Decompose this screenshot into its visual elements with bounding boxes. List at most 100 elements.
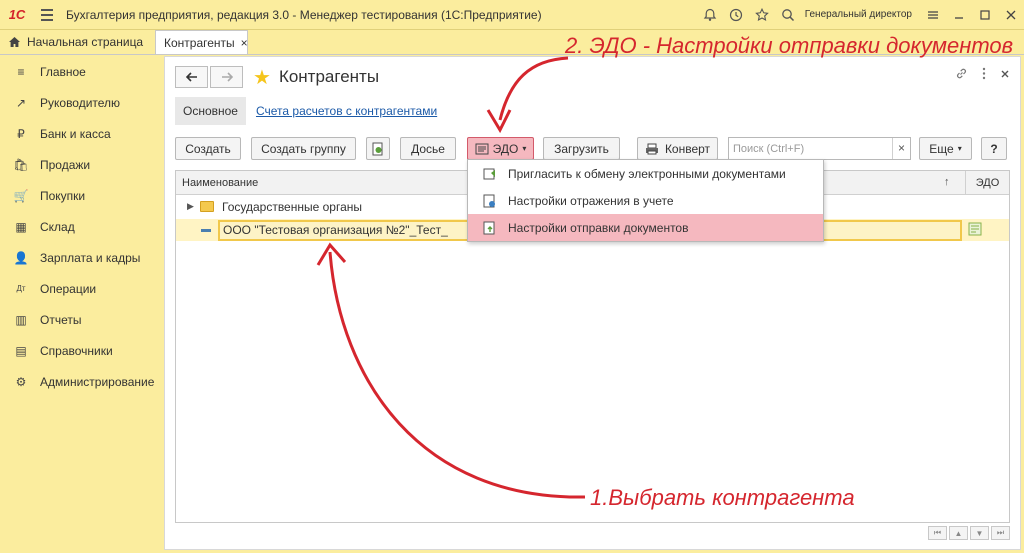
- favorite-star-icon[interactable]: ★: [253, 65, 271, 90]
- sidebar-item-label: Склад: [40, 219, 75, 234]
- create-button[interactable]: Создать: [175, 137, 241, 160]
- subtab-main[interactable]: Основное: [175, 97, 246, 125]
- edo-button[interactable]: ЭДО ▾: [467, 137, 534, 160]
- edo-icon: [475, 143, 489, 154]
- dossier-button[interactable]: Досье: [400, 137, 456, 160]
- sidebar-item-manager[interactable]: ↗ Руководителю: [0, 87, 163, 118]
- subtab-accounts-link[interactable]: Счета расчетов с контрагентами: [256, 104, 437, 118]
- sidebar-item-label: Справочники: [40, 343, 113, 358]
- gear-icon: ⚙: [15, 374, 27, 389]
- create-group-button[interactable]: Создать группу: [251, 137, 356, 160]
- printer-icon: [645, 143, 658, 154]
- tab-home[interactable]: Начальная страница: [0, 30, 155, 54]
- sidebar-item-label: Операции: [40, 281, 97, 296]
- page-first-icon[interactable]: ⏮: [928, 526, 947, 540]
- sidebar-item-main[interactable]: ≡ Главное: [0, 56, 163, 87]
- menu-item-send-settings[interactable]: Настройки отправки документов: [468, 214, 823, 241]
- column-edo-header[interactable]: ЭДО: [965, 171, 1009, 195]
- arrow-left-icon: [185, 72, 197, 82]
- bag-icon: 🛍: [13, 157, 29, 172]
- copy-doc-button[interactable]: [366, 137, 390, 160]
- sidebar-item-label: Зарплата и кадры: [40, 250, 141, 265]
- menu-item-label: Настройки отражения в учете: [508, 193, 674, 208]
- user-name[interactable]: Генеральный директор: [805, 9, 912, 20]
- edo-dropdown-menu: Пригласить к обмену электронными докумен…: [467, 159, 824, 242]
- close-icon[interactable]: [998, 0, 1024, 30]
- sidebar-item-warehouse[interactable]: ▦ Склад: [0, 211, 163, 242]
- page-up-icon[interactable]: ▲: [949, 526, 968, 540]
- person-icon: 👤: [13, 250, 29, 265]
- trend-icon: ↗: [15, 95, 27, 110]
- menu-item-invite[interactable]: Пригласить к обмену электронными докумен…: [468, 160, 823, 187]
- column-name-header[interactable]: Наименование: [182, 177, 258, 189]
- page-last-icon[interactable]: ⏭: [991, 526, 1010, 540]
- sidebar-item-operations[interactable]: Дт Операции: [0, 273, 163, 304]
- settings-icon[interactable]: [920, 0, 946, 30]
- sidebar: ≡ Главное ↗ Руководителю ₽ Банк и касса 🛍 Пр…: [0, 56, 163, 553]
- sort-asc-icon[interactable]: ↑: [944, 176, 950, 188]
- cart-icon: 🛒: [13, 188, 29, 203]
- envelope-button-label: Конверт: [664, 141, 711, 156]
- page-title: Контрагенты: [278, 67, 380, 86]
- sidebar-item-reports[interactable]: ▥ Отчеты: [0, 304, 163, 335]
- link-icon[interactable]: [955, 67, 968, 83]
- tab-close-icon[interactable]: ×: [241, 36, 248, 50]
- minimize-icon[interactable]: [946, 0, 972, 30]
- toolbar: Создать Создать группу Досье ЭДО ▾ Загру…: [175, 137, 1010, 160]
- sidebar-item-bank[interactable]: ₽ Банк и касса: [0, 118, 163, 149]
- back-button[interactable]: [175, 66, 208, 88]
- envelope-button[interactable]: Конверт: [637, 137, 718, 160]
- edo-button-label: ЭДО: [492, 141, 519, 156]
- tab-kontragenty[interactable]: Контрагенты ×: [155, 30, 248, 54]
- home-icon: [9, 37, 20, 47]
- main-panel: ★ Контрагенты Основное Счета расчетов с …: [164, 56, 1021, 550]
- search-clear-icon[interactable]: ×: [892, 138, 910, 159]
- sidebar-item-admin[interactable]: ⚙ Администрирование: [0, 366, 163, 397]
- app-title: Бухгалтерия предприятия, редакция 3.0 - …: [66, 7, 542, 22]
- annotation-step1: 1.Выбрать контрагента: [590, 485, 855, 510]
- forward-button[interactable]: [210, 66, 243, 88]
- sidebar-item-label: Главное: [40, 64, 86, 79]
- search-placeholder: Поиск (Ctrl+F): [733, 142, 805, 155]
- maximize-icon[interactable]: [972, 0, 998, 30]
- copy-doc-icon: [372, 142, 383, 155]
- form-close-icon[interactable]: [1000, 67, 1010, 83]
- search-icon[interactable]: [775, 0, 801, 30]
- arrow-right-icon: [221, 72, 233, 82]
- sidebar-item-directories[interactable]: ▤ Справочники: [0, 335, 163, 366]
- sidebar-item-sales[interactable]: 🛍 Продажи: [0, 149, 163, 180]
- menu-item-accounting-settings[interactable]: Настройки отражения в учете: [468, 187, 823, 214]
- expand-arrow-icon[interactable]: ▶: [187, 201, 194, 212]
- invite-icon: [482, 166, 498, 182]
- tab-home-label: Начальная страница: [27, 35, 144, 49]
- row-name: ООО "Тестовая организация №2"_Тест_: [223, 223, 448, 237]
- row-name: Государственные органы: [222, 200, 363, 214]
- warehouse-icon: ▦: [15, 219, 27, 234]
- tab-kontragenty-label: Контрагенты: [164, 35, 235, 50]
- more-vert-icon[interactable]: [982, 67, 986, 83]
- menu-lines-icon: ≡: [17, 64, 25, 79]
- star-icon[interactable]: [749, 0, 775, 30]
- help-button[interactable]: ?: [981, 137, 1007, 160]
- more-button-label: Еще: [929, 141, 954, 156]
- more-button[interactable]: Еще ▾: [919, 137, 972, 160]
- sidebar-item-purchases[interactable]: 🛒 Покупки: [0, 180, 163, 211]
- load-button[interactable]: Загрузить: [543, 137, 620, 160]
- annotation-step2: 2. ЭДО - Настройки отправки документов: [565, 33, 1014, 58]
- search-input[interactable]: Поиск (Ctrl+F) ×: [728, 137, 911, 160]
- accounting-settings-icon: [482, 193, 498, 209]
- bell-icon[interactable]: [697, 0, 723, 30]
- sidebar-item-label: Администрирование: [40, 374, 155, 389]
- app-logo: 1С: [8, 7, 26, 22]
- sidebar-item-label: Продажи: [40, 157, 91, 172]
- history-icon[interactable]: [723, 0, 749, 30]
- menu-item-label: Настройки отправки документов: [508, 220, 689, 235]
- chevron-down-icon: ▾: [522, 144, 527, 153]
- debit-credit-icon: Дт: [16, 284, 26, 293]
- folder-icon: [200, 201, 214, 212]
- page-down-icon[interactable]: ▼: [970, 526, 989, 540]
- sidebar-item-label: Покупки: [40, 188, 86, 203]
- sidebar-item-label: Отчеты: [40, 312, 82, 327]
- menu-icon[interactable]: [34, 0, 60, 30]
- sidebar-item-salary[interactable]: 👤 Зарплата и кадры: [0, 242, 163, 273]
